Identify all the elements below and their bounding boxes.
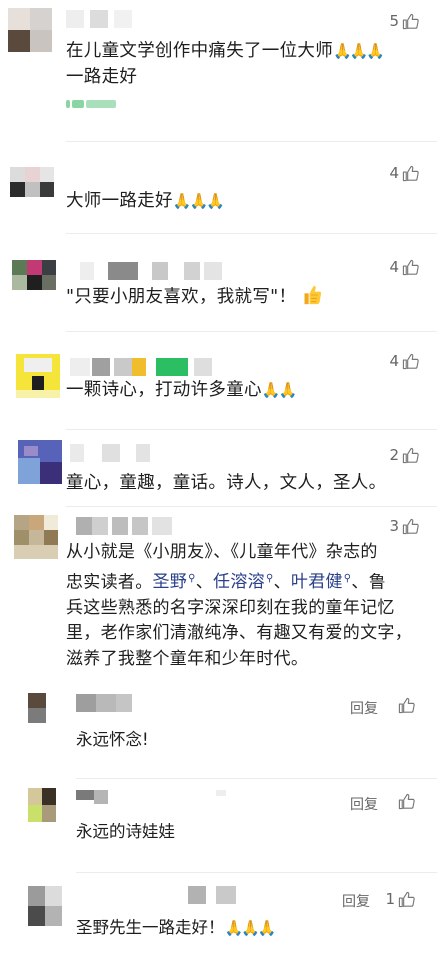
like-count: 2 — [389, 446, 399, 464]
reply-item: 回复 永远的诗娃娃 — [0, 780, 437, 872]
like-button[interactable] — [398, 793, 415, 810]
avatar[interactable] — [8, 8, 52, 52]
reply-text: 永远的诗娃娃 — [76, 822, 175, 841]
thumb-up-icon — [402, 13, 419, 29]
thumb-up-icon — [402, 353, 419, 369]
thumb-up-icon — [402, 259, 419, 275]
comment-item: 5 在儿童文学创作中痛失了一位大师🙏🙏🙏 一路走好 — [0, 0, 437, 140]
comment-item: 2 童心，童趣，童话。诗人，文人，圣人。 — [0, 430, 437, 510]
reply-item: 回复 1 圣野先生一路走好！🙏🙏🙏 — [0, 874, 437, 958]
divider — [76, 778, 437, 779]
reply-item: 回复 永远怀念! — [0, 688, 437, 780]
reply-text: 永远怀念! — [76, 730, 149, 749]
like-button[interactable]: 3 — [389, 517, 419, 535]
avatar[interactable] — [10, 167, 54, 211]
reply-button[interactable]: 回复 — [350, 794, 378, 814]
username-blurred[interactable] — [76, 694, 156, 712]
like-count: 1 — [385, 890, 395, 908]
avatar[interactable] — [12, 260, 56, 304]
like-button[interactable] — [398, 697, 415, 714]
like-button[interactable]: 4 — [389, 352, 419, 370]
divider — [76, 872, 437, 873]
like-button[interactable]: 4 — [389, 258, 419, 276]
avatar[interactable] — [16, 354, 60, 398]
username-blurred[interactable] — [76, 790, 236, 808]
reply-button[interactable]: 回复 — [350, 698, 378, 718]
thumb-up-icon — [398, 793, 415, 810]
like-count: 4 — [389, 258, 399, 276]
like-count: 4 — [389, 164, 399, 182]
comment-item: 3 从小就是《小朋友》、《儿童年代》杂志的 忠实读者。圣野⚲、任溶溶⚲、叶君健⚲… — [0, 507, 437, 687]
comment-item: 4 大师一路走好🙏🙏🙏 — [0, 142, 437, 232]
avatar[interactable] — [18, 440, 62, 484]
pray-emoji: 🙏🙏🙏 — [333, 42, 385, 60]
thumbs-up-emoji-icon — [304, 285, 322, 305]
comment-text: "只要小朋友喜欢，我就写"！ — [66, 284, 426, 310]
avatar[interactable] — [28, 693, 46, 723]
thumb-up-icon — [398, 697, 415, 714]
avatar[interactable] — [28, 788, 56, 822]
comment-text: 从小就是《小朋友》、《儿童年代》杂志的 忠实读者。圣野⚲、任溶溶⚲、叶君健⚲、鲁… — [66, 542, 412, 669]
like-count: 3 — [389, 517, 399, 535]
username-blurred[interactable] — [66, 444, 166, 462]
pray-emoji: 🙏🙏🙏 — [172, 192, 225, 210]
comment-text: 童心，童趣，童话。诗人，文人，圣人。 — [66, 473, 387, 493]
avatar[interactable] — [28, 886, 62, 926]
like-button[interactable]: 4 — [389, 164, 419, 182]
comment-text: 大师一路走好🙏🙏🙏 — [66, 191, 225, 211]
username-blurred[interactable] — [76, 886, 256, 904]
pray-emoji: 🙏🙏🙏 — [224, 919, 277, 937]
like-count: 4 — [389, 352, 399, 370]
comment-text: 在儿童文学创作中痛失了一位大师🙏🙏🙏 一路走好 — [66, 41, 385, 87]
reply-text: 圣野先生一路走好！🙏🙏🙏 — [76, 918, 277, 937]
thumb-up-icon — [402, 447, 419, 463]
like-button[interactable]: 5 — [389, 12, 419, 30]
thumb-up-icon — [402, 165, 419, 181]
pray-emoji: 🙏🙏 — [261, 381, 297, 399]
username-blurred[interactable] — [80, 262, 225, 280]
comment-item: 4 "只要小朋友喜欢，我就写"！ — [0, 234, 437, 330]
search-icon: ⚲ — [265, 572, 274, 584]
search-icon: ⚲ — [188, 572, 196, 584]
username-blurred[interactable] — [66, 10, 156, 28]
topic-link-shengye[interactable]: 圣野⚲ — [153, 572, 196, 592]
topic-link-renrongrong[interactable]: 任溶溶⚲ — [213, 572, 274, 592]
like-count: 5 — [389, 12, 399, 30]
comment-item: 4 一颗诗心，打动许多童心🙏🙏 — [0, 332, 437, 428]
username-blurred[interactable] — [70, 358, 240, 376]
thumb-up-icon — [402, 518, 419, 534]
avatar[interactable] — [14, 515, 58, 559]
username-blurred[interactable] — [76, 517, 176, 535]
thumb-up-icon — [398, 891, 415, 907]
like-button[interactable]: 2 — [389, 446, 419, 464]
topic-link-yejunjian[interactable]: 叶君健⚲ — [291, 572, 352, 592]
comment-text: 一颗诗心，打动许多童心🙏🙏 — [66, 380, 297, 400]
location-tag-blurred — [66, 100, 116, 110]
reply-button[interactable]: 回复 — [342, 891, 370, 911]
like-button[interactable]: 1 — [385, 890, 415, 908]
